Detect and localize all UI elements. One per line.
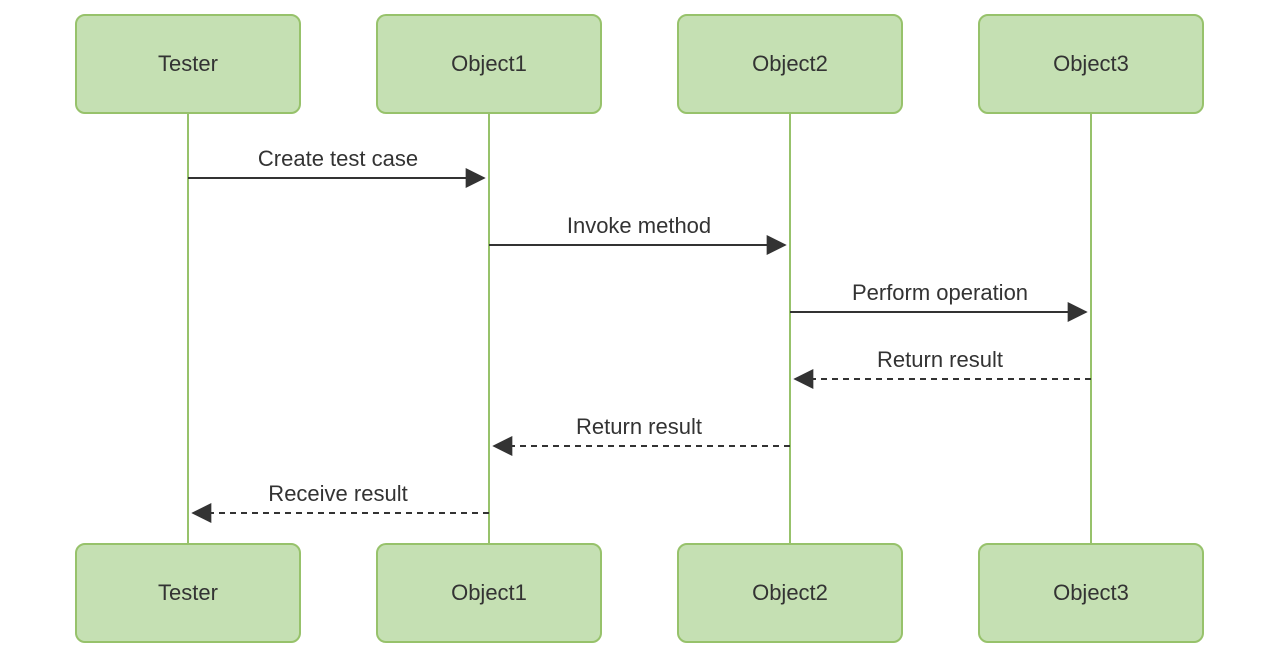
- participant-object3-top: Object3: [978, 14, 1204, 114]
- participant-object3-bottom: Object3: [978, 543, 1204, 643]
- participant-object1-bottom: Object1: [376, 543, 602, 643]
- lifeline-object3: [1090, 113, 1092, 543]
- participant-tester-bottom: Tester: [75, 543, 301, 643]
- participant-label: Object3: [1053, 51, 1129, 77]
- message-label: Return result: [877, 347, 1003, 373]
- participant-label: Object1: [451, 580, 527, 606]
- lifeline-object1: [488, 113, 490, 543]
- participant-label: Object2: [752, 580, 828, 606]
- participant-object2-bottom: Object2: [677, 543, 903, 643]
- lifeline-tester: [187, 113, 189, 543]
- participant-label: Tester: [158, 580, 218, 606]
- participant-object1-top: Object1: [376, 14, 602, 114]
- participant-label: Tester: [158, 51, 218, 77]
- sequence-diagram: Tester Object1 Object2 Object3 Tester Ob…: [0, 0, 1280, 658]
- participant-label: Object2: [752, 51, 828, 77]
- participant-label: Object1: [451, 51, 527, 77]
- message-label: Create test case: [258, 146, 418, 172]
- participant-tester-top: Tester: [75, 14, 301, 114]
- message-label: Receive result: [268, 481, 407, 507]
- lifeline-object2: [789, 113, 791, 543]
- message-label: Invoke method: [567, 213, 711, 239]
- participant-object2-top: Object2: [677, 14, 903, 114]
- message-label: Perform operation: [852, 280, 1028, 306]
- participant-label: Object3: [1053, 580, 1129, 606]
- message-label: Return result: [576, 414, 702, 440]
